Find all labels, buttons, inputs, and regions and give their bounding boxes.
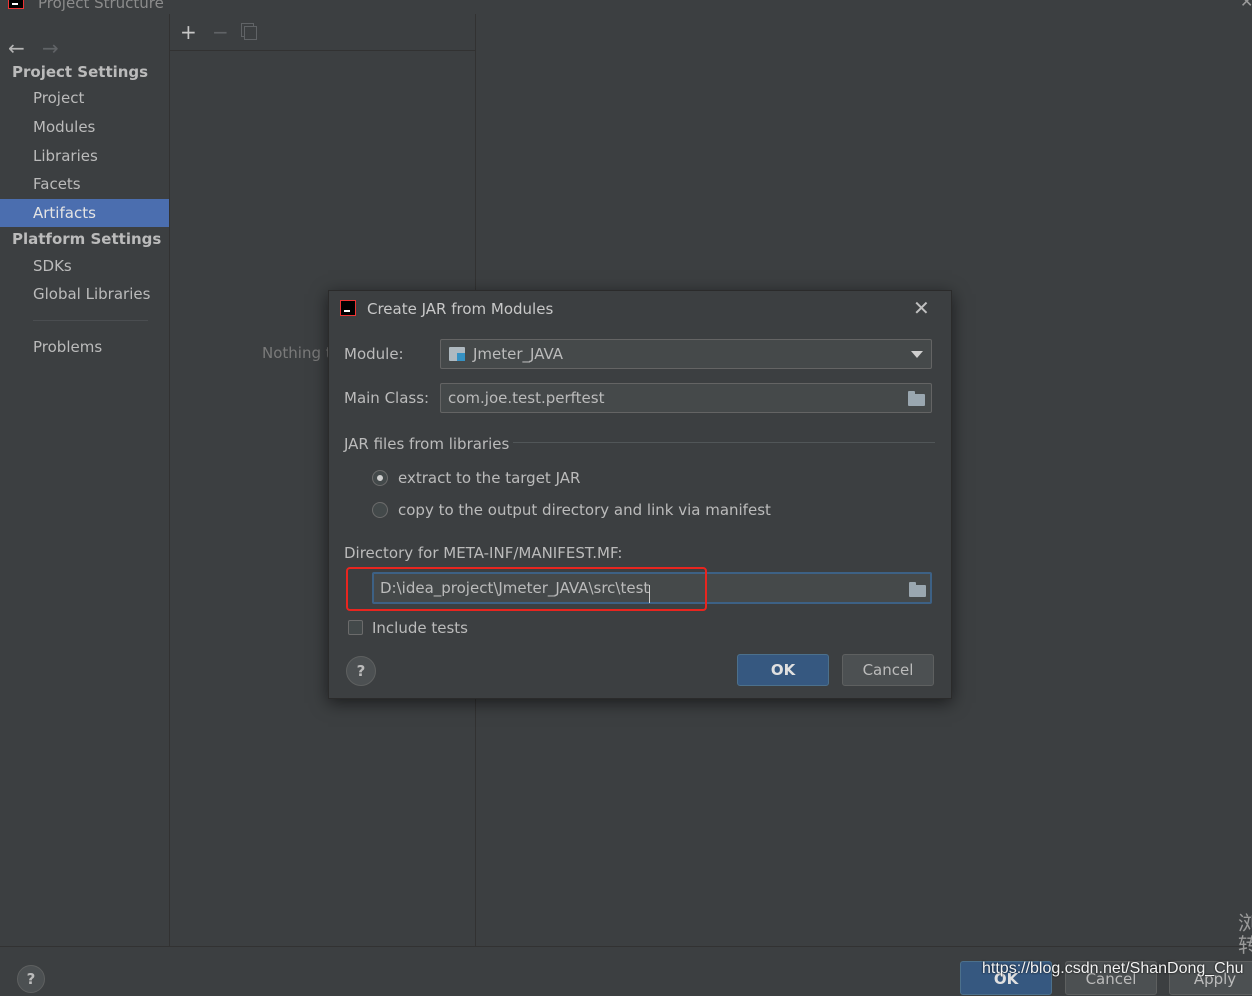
intellij-icon (8, 0, 24, 9)
window-close-icon[interactable]: ✕ (1240, 0, 1252, 11)
sidebar-item-sdks[interactable]: SDKs (0, 252, 169, 280)
back-arrow-icon[interactable]: ← (8, 38, 25, 58)
sidebar-item-modules[interactable]: Modules (0, 113, 169, 141)
watermark-text: https://blog.csdn.net/ShanDong_Chu (982, 960, 1244, 977)
sidebar-item-libraries[interactable]: Libraries (0, 142, 169, 170)
forward-arrow-icon[interactable]: → (42, 38, 59, 58)
create-jar-dialog: Create JAR from Modules ✕ Module: Jmeter… (328, 290, 952, 699)
add-icon[interactable]: + (180, 22, 197, 42)
folder-icon[interactable] (908, 391, 925, 406)
copy-radio[interactable] (372, 502, 388, 518)
sidebar-item-global-libraries[interactable]: Global Libraries (0, 280, 169, 308)
copy-icon[interactable] (241, 23, 257, 40)
main-class-label: Main Class: (344, 389, 430, 407)
help-button[interactable]: ? (17, 965, 45, 993)
module-folder-icon (449, 347, 465, 361)
artifacts-toolbar: + − (170, 14, 475, 51)
include-tests-checkbox[interactable] (348, 620, 363, 635)
chevron-down-icon[interactable] (911, 351, 923, 358)
annotation-highlight-box (346, 567, 707, 611)
sidebar-item-problems[interactable]: Problems (0, 333, 169, 361)
main-class-value: com.joe.test.perftest (448, 389, 605, 407)
title-bar: Project Structure ✕ (0, 0, 1252, 14)
remove-icon[interactable]: − (212, 22, 229, 42)
dialog-title: Create JAR from Modules (367, 300, 554, 318)
copy-radio-label[interactable]: copy to the output directory and link vi… (398, 501, 771, 519)
section-separator (513, 442, 935, 443)
sidebar-item-project[interactable]: Project (0, 84, 169, 112)
intellij-icon (340, 300, 356, 316)
module-select[interactable]: Jmeter_JAVA (440, 339, 932, 369)
module-label: Module: (344, 345, 404, 363)
platform-settings-header: Platform Settings (12, 230, 162, 248)
dialog-help-button[interactable]: ? (346, 656, 376, 686)
folder-icon[interactable] (909, 582, 926, 597)
edge-glyph-text: 浏 转 (1238, 911, 1252, 957)
include-tests-label[interactable]: Include tests (372, 619, 468, 637)
window-title: Project Structure (38, 0, 164, 12)
dialog-ok-button[interactable]: OK (737, 654, 829, 686)
sidebar-divider (33, 320, 148, 321)
dialog-cancel-button[interactable]: Cancel (842, 654, 934, 686)
extract-radio-label[interactable]: extract to the target JAR (398, 469, 580, 487)
sidebar-item-facets[interactable]: Facets (0, 170, 169, 198)
extract-radio[interactable] (372, 470, 388, 486)
empty-state-text: Nothing t (262, 344, 332, 362)
module-value: Jmeter_JAVA (473, 345, 564, 363)
dialog-close-icon[interactable]: ✕ (913, 296, 930, 320)
project-settings-header: Project Settings (12, 63, 149, 81)
main-class-field[interactable]: com.joe.test.perftest (440, 383, 932, 413)
sidebar-item-artifacts[interactable]: Artifacts (0, 199, 169, 227)
sidebar: ← → Project Settings Project Modules Lib… (0, 14, 170, 946)
jar-libraries-section-label: JAR files from libraries (344, 435, 510, 453)
manifest-directory-label: Directory for META-INF/MANIFEST.MF: (344, 544, 623, 562)
